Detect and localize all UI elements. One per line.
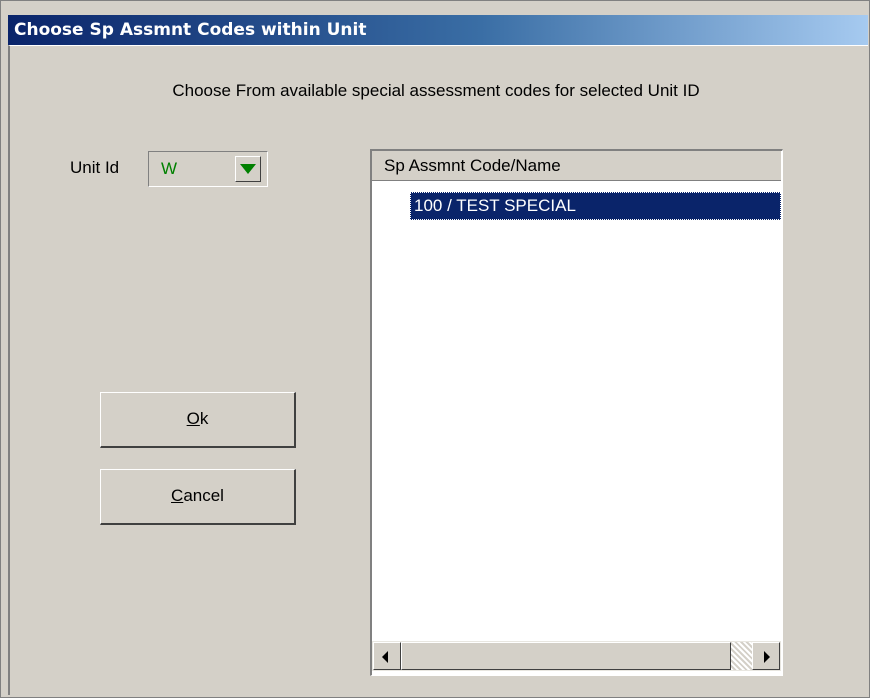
scrollbar-track[interactable] [731, 642, 752, 670]
list-item[interactable]: 100 / TEST SPECIAL [410, 192, 781, 220]
sp-assmnt-code-list[interactable]: Sp Assmnt Code/Name 100 / TEST SPECIAL [370, 149, 783, 676]
instruction-text: Choose From available special assessment… [172, 81, 700, 100]
scrollbar-thumb[interactable] [401, 642, 731, 670]
dropdown-arrow-icon[interactable] [235, 156, 261, 182]
ok-mnemonic: O [186, 409, 200, 428]
cancel-mnemonic: C [171, 486, 184, 505]
column-header-sp-assmnt-code-name[interactable]: Sp Assmnt Code/Name [372, 151, 781, 181]
unit-id-dropdown[interactable]: W [148, 151, 268, 187]
ok-button[interactable]: Ok [100, 392, 296, 448]
cancel-button[interactable]: Cancel [100, 469, 296, 525]
dialog-window: Choose Sp Assmnt Codes within Unit Choos… [0, 0, 870, 698]
scroll-right-icon[interactable] [752, 642, 780, 670]
unit-id-value: W [161, 159, 178, 178]
cancel-label-rest: ancel [183, 486, 224, 505]
scroll-left-icon[interactable] [373, 642, 401, 670]
ok-label-rest: k [199, 409, 209, 428]
horizontal-scrollbar[interactable] [372, 641, 781, 671]
window-title: Choose Sp Assmnt Codes within Unit [8, 15, 868, 45]
unit-id-label: Unit Id [70, 158, 120, 177]
